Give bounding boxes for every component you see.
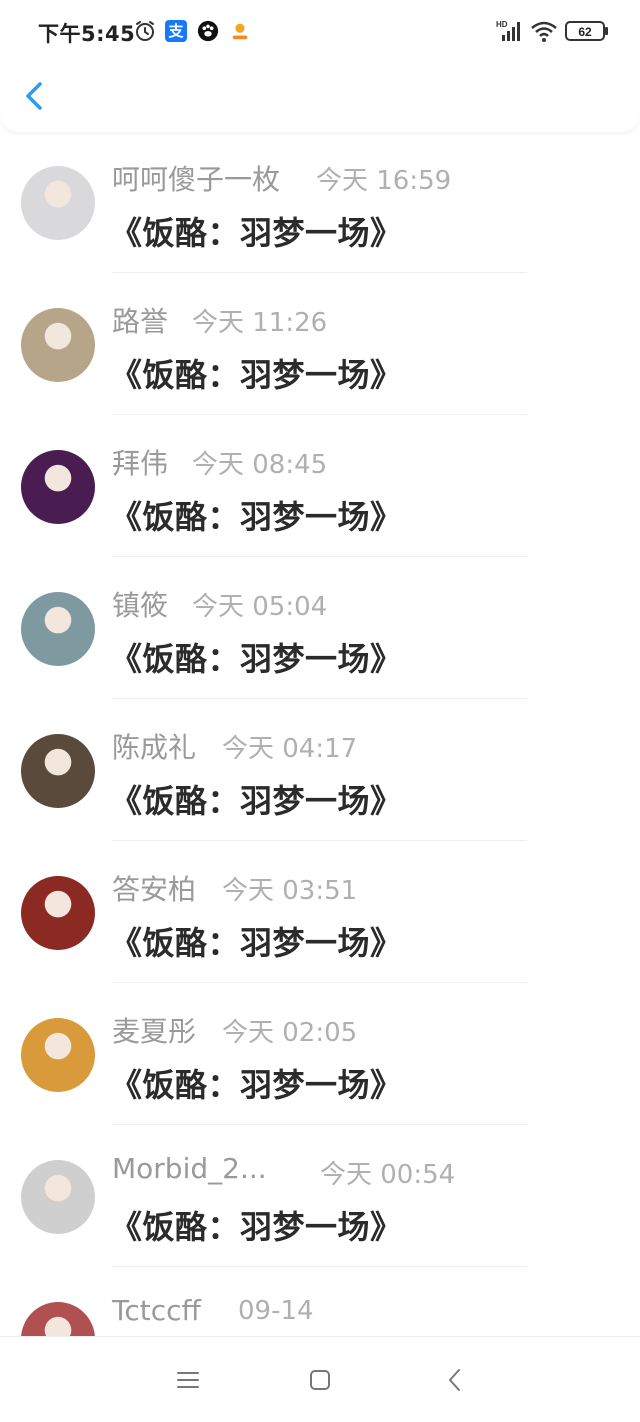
comment-time: 今天 02:05 <box>222 1018 358 1048</box>
comment-time: 今天 03:51 <box>222 876 358 906</box>
network-label: HD <box>496 20 508 29</box>
comment-time: 今天 00:54 <box>320 1160 456 1190</box>
comment-text: 《饭酪：羽梦一场》 <box>110 1208 403 1246</box>
divider <box>112 1266 527 1267</box>
avatar[interactable] <box>21 166 95 240</box>
divider <box>112 272 527 273</box>
back-icon[interactable] <box>440 1365 470 1395</box>
comment-username[interactable]: 答安柏 <box>112 868 196 908</box>
comment-text: 《饭酪：羽梦一场》 <box>110 640 403 678</box>
comment-text: 《饭酪：羽梦一场》 <box>110 782 403 820</box>
avatar[interactable] <box>21 592 95 666</box>
divider <box>112 1124 527 1125</box>
avatar[interactable] <box>21 450 95 524</box>
avatar[interactable] <box>21 734 95 808</box>
comment-row[interactable]: 麦夏彤 今天 02:05 《饭酪：羽梦一场》 <box>0 984 640 1126</box>
comment-row[interactable]: 呵呵傻子一枚 今天 16:59 《饭酪：羽梦一场》 <box>0 132 640 274</box>
avatar[interactable] <box>21 1160 95 1234</box>
battery-level: 62 <box>578 25 592 39</box>
back-button[interactable] <box>18 76 54 116</box>
divider <box>112 698 527 699</box>
menu-icon[interactable] <box>173 1365 203 1395</box>
comment-text: 《饭酪：羽梦一场》 <box>110 924 403 962</box>
home-icon[interactable] <box>305 1365 335 1395</box>
sun-icon <box>232 23 248 40</box>
avatar[interactable] <box>21 1302 95 1336</box>
comment-row[interactable]: 陈成礼 今天 04:17 《饭酪：羽梦一场》 <box>0 700 640 842</box>
signal-icon: HD <box>496 20 520 41</box>
battery-icon: 62 <box>565 21 608 41</box>
comment-username[interactable]: 拜伟 <box>112 442 168 482</box>
avatar[interactable] <box>21 1018 95 1092</box>
comment-username[interactable]: 呵呵傻子一枚 <box>112 158 280 198</box>
paw-icon <box>197 20 219 42</box>
alarm-icon <box>136 21 154 41</box>
comment-username[interactable]: 麦夏彤 <box>112 1010 196 1050</box>
comment-text: 《饭酪：羽梦一场》 <box>110 214 403 252</box>
status-time: 下午5:45 <box>38 22 136 46</box>
system-nav-bar <box>0 1336 640 1422</box>
comment-list[interactable]: 呵呵傻子一枚 今天 16:59 《饭酪：羽梦一场》 路誉 今天 11:26 《饭… <box>0 132 640 1336</box>
comment-row[interactable]: Morbid_2... 今天 00:54 《饭酪：羽梦一场》 <box>0 1126 640 1268</box>
status-bar: 下午5:45 支 HD 62 <box>0 0 640 62</box>
alipay-icon: 支 <box>165 20 187 42</box>
divider <box>112 840 527 841</box>
avatar[interactable] <box>21 876 95 950</box>
comment-time: 今天 11:26 <box>192 308 328 338</box>
comment-username[interactable]: 镇筱 <box>112 584 168 624</box>
comment-time: 今天 16:59 <box>316 166 452 196</box>
chevron-left-icon <box>26 82 42 110</box>
comment-row[interactable]: 答安柏 今天 03:51 《饭酪：羽梦一场》 <box>0 842 640 984</box>
comment-time: 今天 04:17 <box>222 734 358 764</box>
comment-username[interactable]: Morbid_2... <box>112 1152 267 1185</box>
comment-row[interactable]: Tctccff 09-14 <box>0 1268 640 1336</box>
comment-row[interactable]: 镇筱 今天 05:04 《饭酪：羽梦一场》 <box>0 558 640 700</box>
avatar[interactable] <box>21 308 95 382</box>
wifi-icon <box>531 21 557 42</box>
header <box>0 62 640 132</box>
comment-row[interactable]: 拜伟 今天 08:45 《饭酪：羽梦一场》 <box>0 416 640 558</box>
comment-text: 《饭酪：羽梦一场》 <box>110 356 403 394</box>
comment-username[interactable]: Tctccff <box>112 1294 201 1327</box>
comment-row[interactable]: 路誉 今天 11:26 《饭酪：羽梦一场》 <box>0 274 640 416</box>
comment-time: 09-14 <box>238 1296 314 1326</box>
comment-username[interactable]: 路誉 <box>112 300 168 340</box>
divider <box>112 414 527 415</box>
comment-time: 今天 08:45 <box>192 450 328 480</box>
comment-username[interactable]: 陈成礼 <box>112 726 196 766</box>
divider <box>112 556 527 557</box>
comment-text: 《饭酪：羽梦一场》 <box>110 1066 403 1104</box>
comment-time: 今天 05:04 <box>192 592 328 622</box>
comment-text: 《饭酪：羽梦一场》 <box>110 498 403 536</box>
divider <box>112 982 527 983</box>
